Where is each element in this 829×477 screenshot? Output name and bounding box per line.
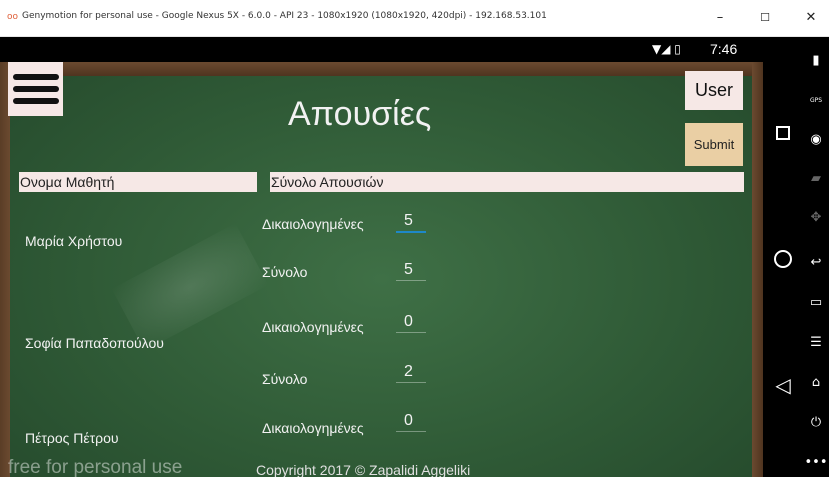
video-icon[interactable]: ▰ — [803, 165, 829, 191]
student-name: Σοφία Παπαδοπούλου — [25, 335, 164, 351]
page-title: Απουσίες — [288, 95, 432, 133]
home-icon[interactable]: ⌂ — [803, 369, 829, 395]
hamburger-menu-button[interactable] — [8, 62, 63, 116]
justified-label: Δικαιολογημένες — [262, 420, 364, 436]
home-button[interactable] — [763, 241, 803, 277]
android-statusbar: ▼◢ ▯ 7:46 — [0, 37, 763, 62]
power-icon[interactable]: ⏻ — [803, 409, 829, 435]
more-icon[interactable]: ••• — [803, 449, 829, 475]
watermark-text: free for personal use — [8, 457, 183, 477]
column-header-student-name: Ονομα Μαθητή — [19, 172, 257, 192]
menu-icon[interactable]: ☰ — [803, 329, 829, 355]
device-screen: ▼◢ ▯ 7:46 Απουσίες User Submit Ονομα Μαθ… — [0, 37, 763, 477]
minimize-button[interactable]: – — [706, 6, 734, 28]
recents-button[interactable] — [763, 115, 803, 151]
genymotion-toolbar: ▮ GPS ◉ ▰ ✥ ↩ ▭ ☰ ⌂ ⏻ ••• — [803, 37, 829, 477]
gps-label: GPS — [809, 96, 823, 104]
column-header-total-absences: Σύνολο Απουσιών — [270, 172, 744, 192]
submit-button[interactable]: Submit — [685, 123, 743, 166]
android-nav-bar: ◁ — [763, 37, 803, 477]
home-circle-icon — [774, 250, 792, 268]
maximize-button[interactable]: ☐ — [751, 6, 779, 28]
camera-icon[interactable]: ◉ — [803, 126, 829, 152]
chalkboard-frame-left — [0, 62, 10, 477]
chalk-smudge — [111, 223, 269, 351]
dpad-icon[interactable]: ✥ — [803, 204, 829, 230]
total-absences-input[interactable]: 2 — [396, 363, 426, 383]
justified-absences-input[interactable]: 0 — [396, 412, 426, 432]
gps-icon[interactable]: GPS — [803, 87, 829, 113]
signal-battery-icons: ▼◢ ▯ — [652, 42, 681, 56]
justified-absences-input[interactable]: 0 — [396, 313, 426, 333]
genymotion-logo-icon: oo — [7, 12, 19, 22]
user-button[interactable]: User — [685, 71, 743, 110]
justified-label: Δικαιολογημένες — [262, 216, 364, 232]
justified-absences-input[interactable]: 5 — [396, 212, 426, 233]
recents-square-icon — [776, 126, 790, 140]
menu-bar-icon — [12, 86, 59, 92]
total-label: Σύνολο — [262, 264, 308, 280]
battery-icon[interactable]: ▮ — [803, 47, 829, 73]
back-triangle-icon: ◁ — [775, 373, 791, 397]
close-button[interactable]: ✕ — [797, 6, 825, 28]
student-name: Μαρία Χρήστου — [25, 233, 123, 249]
window-title: Genymotion for personal use - Google Nex… — [22, 11, 547, 21]
student-name: Πέτρος Πέτρου — [25, 430, 119, 446]
footer-copyright: Copyright 2017 © Zapalidi Aggeliki — [256, 462, 471, 477]
menu-bar-icon — [12, 74, 59, 80]
status-time: 7:46 — [710, 41, 738, 57]
rotate-icon[interactable]: ↩ — [803, 249, 829, 275]
total-label: Σύνολο — [262, 371, 308, 387]
menu-bar-icon — [12, 98, 59, 104]
back-button[interactable]: ◁ — [763, 367, 803, 403]
window-titlebar: oo Genymotion for personal use - Google … — [0, 0, 829, 37]
total-absences-input[interactable]: 5 — [396, 261, 426, 281]
chalkboard-frame-top — [0, 62, 763, 76]
recents-icon[interactable]: ▭ — [803, 289, 829, 315]
chalkboard-frame-right — [752, 62, 763, 477]
justified-label: Δικαιολογημένες — [262, 319, 364, 335]
